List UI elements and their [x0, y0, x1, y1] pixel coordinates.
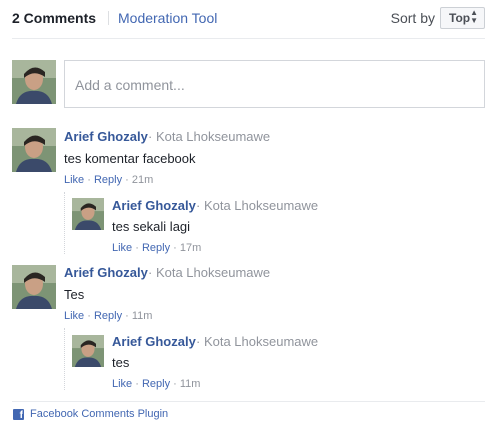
- comment-actions: Like · Reply · 21m: [64, 174, 154, 186]
- reply-link[interactable]: Reply: [94, 174, 122, 186]
- comments-plugin: 2 Comments Moderation Tool Sort by Top ▲…: [0, 0, 492, 426]
- comment-input-placeholder: Add a comment...: [75, 77, 185, 93]
- sort-select-value: Top: [449, 11, 471, 25]
- reply-link[interactable]: Reply: [142, 378, 170, 390]
- like-link[interactable]: Like: [64, 174, 84, 186]
- sort-arrows-icon: ▲ ▼: [470, 8, 478, 25]
- reply-text: tes: [112, 355, 130, 370]
- header-divider: [12, 38, 485, 39]
- reply-time: 11m: [179, 378, 201, 390]
- comment-text: tes komentar facebook: [64, 151, 196, 166]
- reply-time: 17m: [179, 242, 202, 254]
- avatar[interactable]: [72, 198, 104, 230]
- reply-text: tes sekali lagi: [112, 219, 191, 234]
- reply-author[interactable]: Arief Ghozaly: [112, 198, 196, 213]
- header-separator: [108, 11, 109, 25]
- reply-location: · Kota Lhokseumawe: [196, 334, 319, 349]
- sort-select[interactable]: Top ▲ ▼: [440, 7, 485, 29]
- facebook-logo-icon[interactable]: f: [13, 409, 24, 420]
- like-link[interactable]: Like: [112, 378, 132, 390]
- reply-actions: Like · Reply · 17m: [112, 242, 202, 254]
- moderation-tool-link[interactable]: Moderation Tool: [118, 10, 217, 26]
- reply-link[interactable]: Reply: [142, 242, 170, 254]
- comment-count: 2 Comments: [12, 10, 97, 26]
- comments-header: 2 Comments Moderation Tool Sort by Top ▲…: [12, 7, 485, 29]
- avatar[interactable]: [72, 335, 104, 367]
- reply-thread-line: [64, 328, 65, 390]
- footer-divider: [12, 401, 485, 402]
- avatar[interactable]: [12, 265, 56, 309]
- comment-actions: Like · Reply · 11m: [64, 310, 153, 322]
- comment-input[interactable]: Add a comment...: [64, 60, 485, 108]
- comment-location: · Kota Lhokseumawe: [148, 265, 271, 280]
- avatar[interactable]: [12, 128, 56, 172]
- comment-text: Tes: [64, 287, 85, 302]
- reply-actions: Like · Reply · 11m: [112, 378, 201, 390]
- sort-by-label: Sort by: [390, 10, 435, 26]
- like-link[interactable]: Like: [112, 242, 132, 254]
- reply-author[interactable]: Arief Ghozaly: [112, 334, 196, 349]
- like-link[interactable]: Like: [64, 310, 84, 322]
- comment-author[interactable]: Arief Ghozaly: [64, 129, 148, 144]
- reply-thread-line: [64, 192, 65, 254]
- reply-location: · Kota Lhokseumawe: [196, 198, 319, 213]
- comments-plugin-link[interactable]: Facebook Comments Plugin: [30, 408, 168, 420]
- comment-time: 11m: [131, 310, 153, 322]
- comment-time: 21m: [131, 174, 154, 186]
- reply-link[interactable]: Reply: [94, 310, 122, 322]
- current-user-avatar: [12, 60, 56, 104]
- comment-location: · Kota Lhokseumawe: [148, 129, 271, 144]
- comment-author[interactable]: Arief Ghozaly: [64, 265, 148, 280]
